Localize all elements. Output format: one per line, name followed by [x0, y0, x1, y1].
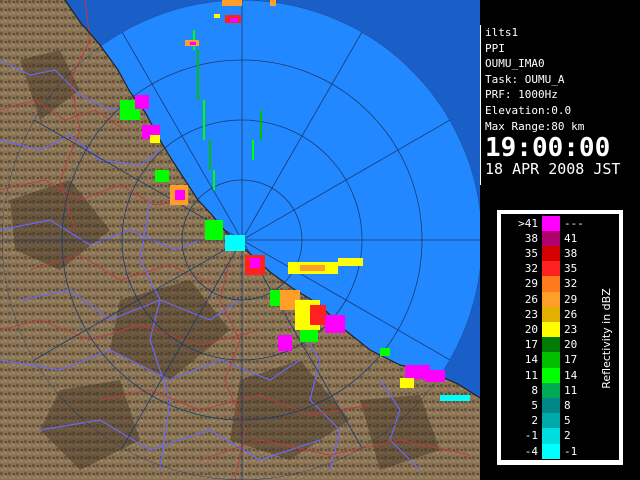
- legend-high-value: ---: [564, 216, 584, 230]
- legend-high-value: 41: [564, 231, 578, 245]
- reflectivity-legend: >41 --- 38 41 35 38 32 35 29 32 26 29 23 26 20 23 17 20 14…: [497, 210, 623, 465]
- legend-high-value: 14: [564, 368, 578, 382]
- legend-color-swatch: [542, 443, 560, 459]
- legend-low-value: 8: [531, 383, 538, 397]
- legend-color-swatch: [542, 245, 560, 262]
- legend-low-value: 14: [524, 353, 538, 367]
- legend-low-value: 2: [531, 414, 538, 428]
- radar-ppi-map[interactable]: [0, 0, 480, 480]
- legend-low-value: 38: [524, 231, 538, 245]
- legend-color-swatch: [542, 382, 560, 398]
- legend-high-value: 20: [564, 338, 578, 352]
- legend-high-value: 2: [564, 429, 571, 443]
- legend-color-swatch: [542, 413, 560, 429]
- legend-color-swatch: [542, 291, 560, 307]
- task-name: Task: OUMU_A: [485, 72, 565, 86]
- elevation-value: Elevation:0.0: [485, 103, 572, 117]
- legend-color-swatch: [542, 321, 560, 338]
- legend-color-swatch: [542, 352, 560, 368]
- legend-low-value: 5: [531, 398, 538, 412]
- prf-value: PRF: 1000Hz: [485, 88, 558, 102]
- legend-low-value: 11: [524, 368, 538, 382]
- radar-name: OUMU_IMA0: [485, 57, 545, 71]
- legend-low-value: 23: [524, 307, 538, 321]
- legend-high-value: 11: [564, 383, 578, 397]
- legend-color-swatch: [542, 337, 560, 353]
- legend-low-value: -1: [524, 429, 538, 443]
- legend-high-value: 38: [564, 246, 578, 260]
- legend-high-value: 23: [564, 322, 578, 336]
- legend-high-value: 35: [564, 262, 578, 276]
- legend-high-value: 26: [564, 307, 578, 321]
- legend-high-value: -1: [564, 444, 578, 458]
- legend-color-swatch: [542, 215, 560, 231]
- legend-title: Reflectivity in dBZ: [596, 215, 616, 461]
- legend-high-value: 32: [564, 277, 578, 291]
- legend-body: >41 --- 38 41 35 38 32 35 29 32 26 29 23 26 20 23 17 20 14…: [501, 214, 619, 460]
- legend-low-value: 17: [524, 338, 538, 352]
- legend-color-swatch: [542, 306, 560, 322]
- legend-color-swatch: [542, 367, 560, 383]
- legend-color-swatch: [542, 276, 560, 292]
- legend-low-value: 26: [524, 292, 538, 306]
- legend-color-swatch: [542, 261, 560, 277]
- legend-high-value: 17: [564, 353, 578, 367]
- legend-title-text: Reflectivity in dBZ: [599, 287, 613, 389]
- max-range-value: Max Range:80 km: [485, 119, 585, 133]
- legend-low-value: 29: [524, 277, 538, 291]
- legend-high-value: 29: [564, 292, 578, 306]
- legend-color-swatch: [542, 428, 560, 444]
- site-name: ilts1: [485, 26, 519, 39]
- legend-low-value: 20: [524, 322, 538, 336]
- product-type: PPI: [485, 41, 505, 55]
- observation-time: 19:00:00: [485, 133, 611, 164]
- legend-high-value: 5: [564, 414, 571, 428]
- legend-low-value: 35: [524, 246, 538, 260]
- observation-date: 18 APR 2008 JST: [485, 160, 621, 179]
- legend-high-value: 8: [564, 398, 571, 412]
- legend-color-swatch: [542, 397, 560, 414]
- radar-info-panel: ilts1 PPI OUMU_IMA0 Task: OUMU_A PRF: 10…: [480, 25, 640, 185]
- legend-low-value: -4: [524, 444, 538, 458]
- legend-color-swatch: [542, 230, 560, 246]
- legend-low-value: >41: [518, 216, 538, 230]
- legend-low-value: 32: [524, 262, 538, 276]
